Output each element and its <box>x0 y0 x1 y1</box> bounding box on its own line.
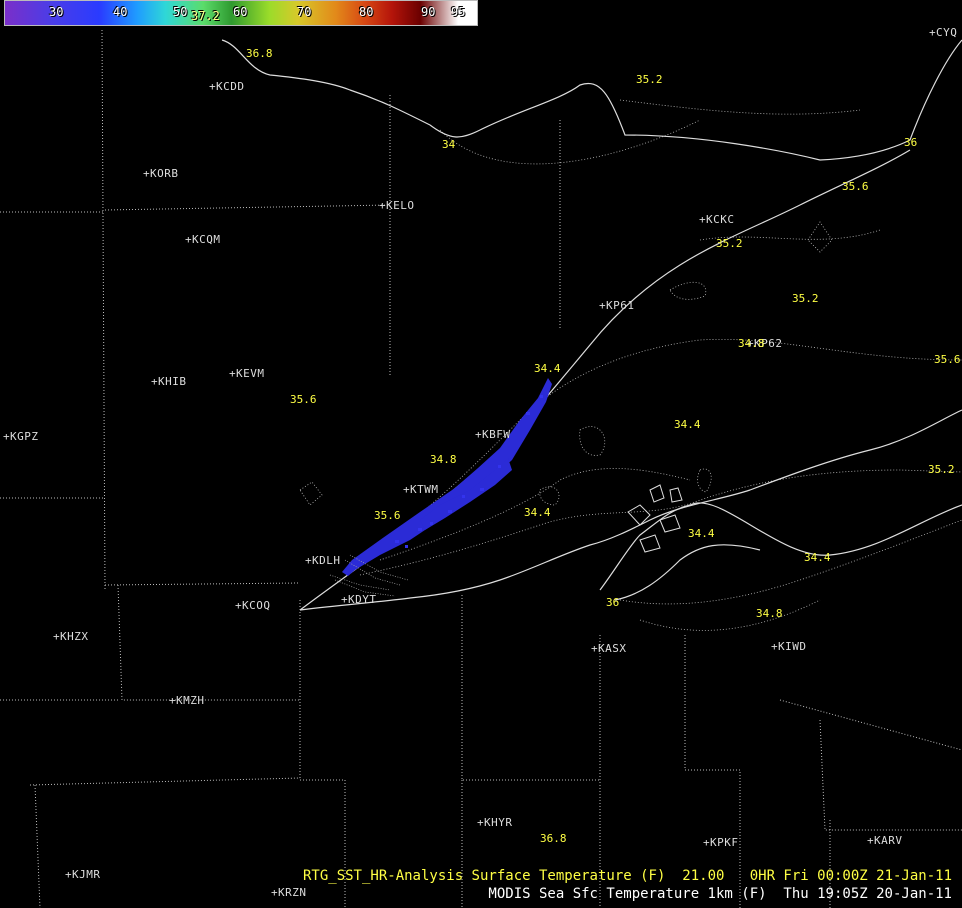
isotherm-label: 34.8 <box>430 453 457 466</box>
isotherm-label: 34.4 <box>688 527 715 540</box>
colorbar-readout: 37.2 <box>191 9 220 23</box>
station-khyr[interactable]: +KHYR <box>477 816 513 829</box>
station-korb-label: KORB <box>150 167 179 180</box>
colorbar-label-95: 95 <box>451 5 466 19</box>
station-karv-label: KARV <box>874 834 903 847</box>
legend-rtg-sst: RTG_SST_HR-Analysis Surface Temperature … <box>302 868 952 884</box>
station-kp61-label: KP61 <box>606 299 635 312</box>
station-kcoq[interactable]: +KCOQ <box>235 599 271 612</box>
colorbar-label-60: 60 <box>233 5 248 19</box>
station-khib-label: KHIB <box>158 375 187 388</box>
station-kjmr[interactable]: +KJMR <box>65 868 101 881</box>
isotherm-label: 36.8 <box>246 47 273 60</box>
isotherm-label: 35.2 <box>716 237 743 250</box>
station-kdlh[interactable]: +KDLH <box>305 554 341 567</box>
station-krzn-label: KRZN <box>278 886 307 899</box>
isotherm-label: 36 <box>904 136 918 149</box>
station-krzn[interactable]: +KRZN <box>271 886 307 899</box>
isotherm-label: 34.8 <box>738 337 765 350</box>
colorbar-label-80: 80 <box>359 5 374 19</box>
station-khzx[interactable]: +KHZX <box>53 630 89 643</box>
station-khib[interactable]: +KHIB <box>151 375 187 388</box>
station-kjmr-label: KJMR <box>72 868 101 881</box>
station-khzx-label: KHZX <box>60 630 89 643</box>
station-cyq-label: CYQ <box>936 26 958 39</box>
station-kpkf[interactable]: +KPKF <box>703 836 739 849</box>
station-kcqm-label: KCQM <box>192 233 221 246</box>
station-kiwd[interactable]: +KIWD <box>771 640 807 653</box>
isotherm-label: 35.2 <box>792 292 819 305</box>
temperature-colorbar: 30 40 50 37.2 60 70 80 90 95 <box>4 0 478 26</box>
isotherm-label: 35.6 <box>842 180 869 193</box>
station-kmzh-label: KMZH <box>176 694 205 707</box>
station-kelo[interactable]: +KELO <box>379 199 415 212</box>
isotherm-label: 36.8 <box>540 832 567 845</box>
station-kcdd[interactable]: +KCDD <box>209 80 245 93</box>
station-kdlh-label: KDLH <box>312 554 341 567</box>
station-kcoq-label: KCOQ <box>242 599 271 612</box>
legend-modis-sst: MODIS Sea Sfc Temperature 1km (F) Thu 19… <box>488 886 952 902</box>
apostle-islands <box>627 484 683 553</box>
station-kcqm[interactable]: +KCQM <box>185 233 221 246</box>
lake-shoreline <box>221 39 962 611</box>
isotherm-label: 35.2 <box>928 463 955 476</box>
station-kevm-label: KEVM <box>236 367 265 380</box>
station-kevm[interactable]: +KEVM <box>229 367 265 380</box>
modis-sst-swath <box>342 378 552 576</box>
station-cyq[interactable]: +CYQ <box>929 26 958 39</box>
station-kckc-label: KCKC <box>706 213 735 226</box>
isotherm-label: 34.4 <box>524 506 551 519</box>
station-kgpz[interactable]: +KGPZ <box>3 430 39 443</box>
station-kbfw[interactable]: +KBFW <box>475 428 511 441</box>
isotherm-label: 35.2 <box>636 73 663 86</box>
isotherm-label: 35.6 <box>934 353 961 366</box>
map-canvas[interactable] <box>0 0 962 908</box>
colorbar-label-50: 50 <box>173 5 188 19</box>
colorbar-label-90: 90 <box>421 5 436 19</box>
isotherm-label: 34.8 <box>756 607 783 620</box>
isotherm-label: 35.6 <box>374 509 401 522</box>
station-khyr-label: KHYR <box>484 816 513 829</box>
station-kasx-label: KASX <box>598 642 627 655</box>
isotherm-label: 34.4 <box>674 418 701 431</box>
isotherm-label: 34.4 <box>804 551 831 564</box>
station-ktwm-label: KTWM <box>410 483 439 496</box>
station-korb[interactable]: +KORB <box>143 167 179 180</box>
station-kiwd-label: KIWD <box>778 640 807 653</box>
station-karv[interactable]: +KARV <box>867 834 903 847</box>
station-kcdd-label: KCDD <box>216 80 245 93</box>
station-ktwm[interactable]: +KTWM <box>403 483 439 496</box>
colorbar-label-30: 30 <box>49 5 64 19</box>
station-kmzh[interactable]: +KMZH <box>169 694 205 707</box>
station-kpkf-label: KPKF <box>710 836 739 849</box>
station-kckc[interactable]: +KCKC <box>699 213 735 226</box>
colorbar-label-40: 40 <box>113 5 128 19</box>
station-kelo-label: KELO <box>386 199 415 212</box>
isotherm-label: 34.4 <box>534 362 561 375</box>
station-kdyt[interactable]: +KDYT <box>341 593 377 606</box>
isotherm-label: 34 <box>442 138 456 151</box>
colorbar-label-70: 70 <box>297 5 312 19</box>
isotherm-label: 36 <box>606 596 620 609</box>
isotherm-label: 35.6 <box>290 393 317 406</box>
station-kp61[interactable]: +KP61 <box>599 299 635 312</box>
station-kasx[interactable]: +KASX <box>591 642 627 655</box>
station-kdyt-label: KDYT <box>348 593 377 606</box>
station-kbfw-label: KBFW <box>482 428 511 441</box>
station-kgpz-label: KGPZ <box>10 430 39 443</box>
